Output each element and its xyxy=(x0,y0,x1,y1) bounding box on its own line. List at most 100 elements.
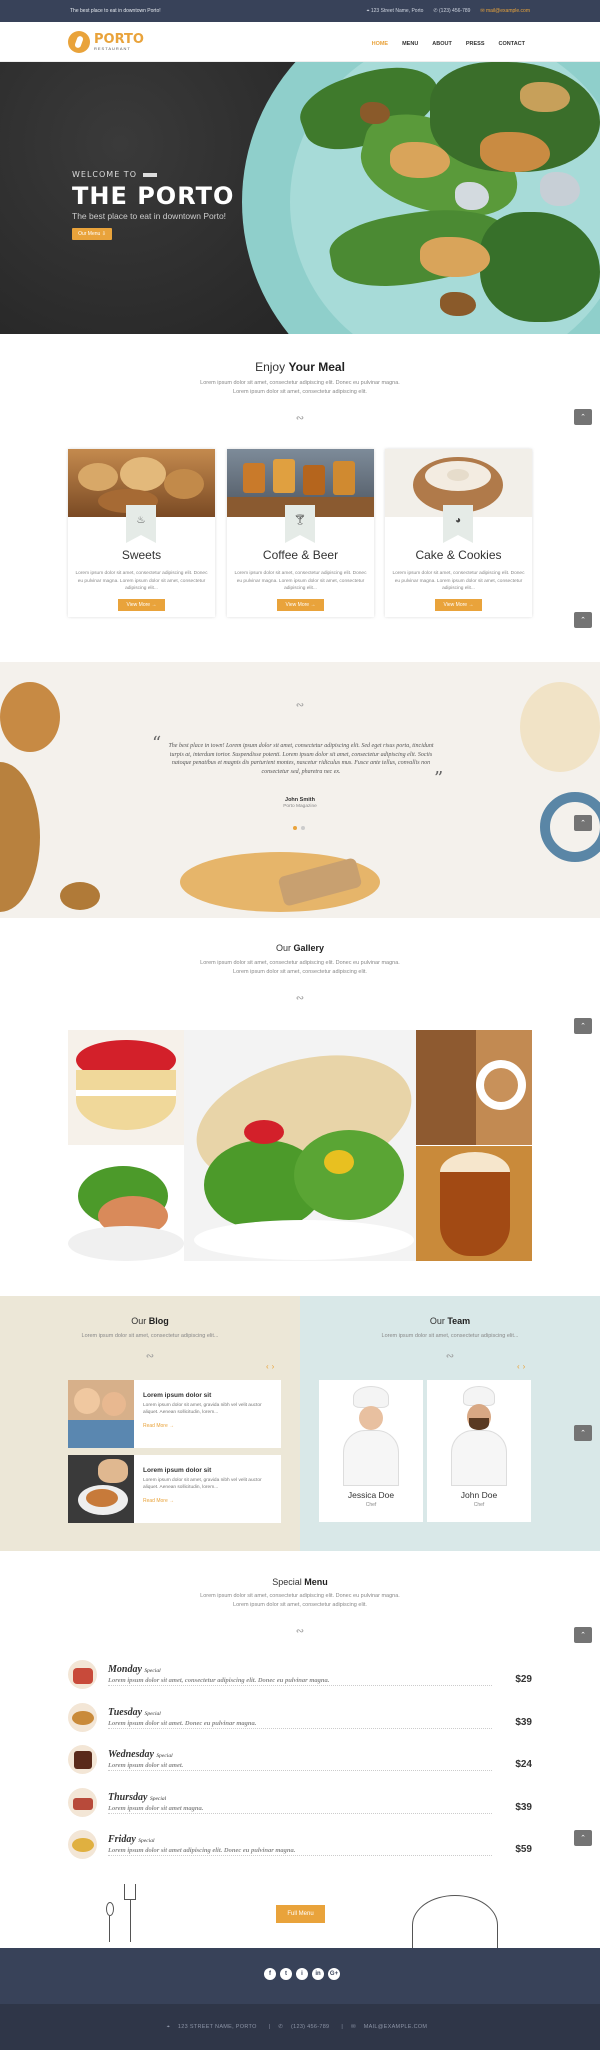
top-phone[interactable]: ✆ (123) 456-789 xyxy=(433,8,470,14)
top-address: ⌖ 123 Street Name, Porto xyxy=(366,8,424,14)
testimonial-author: John Smith xyxy=(285,797,315,803)
nav-about[interactable]: ABOUT xyxy=(432,41,452,47)
logo-subtitle: RESTAURANT xyxy=(94,46,131,51)
special-menu-text-2: Lorem ipsum dolor sit amet, consectetur … xyxy=(233,1602,367,1608)
logo-icon xyxy=(68,31,90,53)
scroll-top-button[interactable]: ⌃ xyxy=(574,1018,592,1034)
scroll-top-button[interactable]: ⌃ xyxy=(574,612,592,628)
cutlery-illustration xyxy=(100,1882,144,1942)
ornament-divider-icon: ∾ xyxy=(295,413,305,424)
view-more-button[interactable]: View More → xyxy=(118,599,165,611)
read-more-link[interactable]: Read More → xyxy=(143,1498,174,1504)
menu-item-image xyxy=(68,1703,97,1732)
carousel-dots xyxy=(293,826,305,830)
blog-post[interactable]: Lorem ipsum dolor sit Lorem ipsum dolor … xyxy=(68,1380,281,1448)
menu-item[interactable]: Tuesday Special Lorem ipsum dolor sit am… xyxy=(68,1703,532,1737)
gallery-strawberry-cake[interactable] xyxy=(68,1030,184,1145)
view-more-button[interactable]: View More → xyxy=(435,599,482,611)
chef-photo xyxy=(341,1386,401,1486)
gallery-coffee[interactable] xyxy=(416,1030,532,1145)
card-sweets: ♨ Sweets Lorem ipsum dolor sit amet, con… xyxy=(68,449,215,617)
card-text: Lorem ipsum dolor sit amet, consectetur … xyxy=(392,571,525,591)
gallery-beer[interactable] xyxy=(416,1146,532,1261)
read-more-link[interactable]: Read More → xyxy=(143,1423,174,1429)
team-member-role: Chef xyxy=(473,1502,485,1508)
special-menu-title: Special Menu xyxy=(272,1577,328,1587)
card-title: Coffee & Beer xyxy=(262,548,339,562)
menu-item-image xyxy=(68,1788,97,1817)
scroll-top-button[interactable]: ⌃ xyxy=(574,1830,592,1846)
twitter-icon[interactable]: t xyxy=(280,1968,292,1980)
view-more-button[interactable]: View More → xyxy=(277,599,324,611)
card-text: Lorem ipsum dolor sit amet, consectetur … xyxy=(75,571,208,591)
menu-item-day: Thursday Special xyxy=(108,1792,167,1803)
menu-item-image xyxy=(68,1745,97,1774)
menu-item[interactable]: Thursday Special Lorem ipsum dolor sit a… xyxy=(68,1788,532,1822)
nav-home[interactable]: HOME xyxy=(372,41,389,47)
menu-item-desc: Lorem ipsum dolor sit amet adipiscing el… xyxy=(108,1847,296,1854)
menu-item-desc: Lorem ipsum dolor sit amet. Donec eu pul… xyxy=(108,1720,257,1727)
scroll-top-button[interactable]: ⌃ xyxy=(574,1425,592,1441)
glass-icon: 🍸︎ xyxy=(285,505,315,543)
quote-open-icon: “ xyxy=(152,733,162,754)
hero-subtitle: The best place to eat in downtown Porto! xyxy=(72,211,227,221)
card-title: Sweets xyxy=(121,548,162,562)
testimonial-company: Porto Magazine xyxy=(283,804,317,809)
blog-carousel-arrows[interactable]: ‹› xyxy=(266,1362,277,1371)
team-title: Our Team xyxy=(429,1316,471,1326)
facebook-icon[interactable]: f xyxy=(264,1968,276,1980)
special-menu-text-1: Lorem ipsum dolor sit amet, consectetur … xyxy=(200,1593,400,1599)
full-menu-button[interactable]: Full Menu xyxy=(276,1905,325,1923)
team-member-card[interactable]: John Doe Chef xyxy=(427,1380,531,1522)
nav-contact[interactable]: CONTACT xyxy=(499,41,525,47)
gallery-section-text-2: Lorem ipsum dolor sit amet, consectetur … xyxy=(233,969,367,975)
menu-item-desc: Lorem ipsum dolor sit amet magna. xyxy=(108,1805,204,1812)
blog-post-image xyxy=(68,1380,134,1448)
menu-item[interactable]: Monday Special Lorem ipsum dolor sit ame… xyxy=(68,1660,532,1694)
ornament-divider-icon: ∾ xyxy=(295,993,305,1004)
footer-phone: ✆ (123) 456-789 xyxy=(278,2024,330,2030)
menu-item-day: Friday Special xyxy=(108,1834,155,1845)
team-carousel-arrows[interactable]: ‹› xyxy=(517,1362,528,1371)
blog-post-text: Lorem ipsum dolor sit amet, gravida nibh… xyxy=(143,1403,262,1415)
menu-item[interactable]: Wednesday Special Lorem ipsum dolor sit … xyxy=(68,1745,532,1779)
hero-welcome: WELCOME TO xyxy=(72,170,157,179)
cake-icon: ◕ xyxy=(443,505,473,543)
instagram-icon[interactable]: i xyxy=(296,1968,308,1980)
tagline: The best place to eat in downtown Porto! xyxy=(70,8,161,14)
google-plus-icon[interactable]: G+ xyxy=(328,1968,340,1980)
ornament-divider-icon: ∾ xyxy=(445,1351,455,1362)
team-text: Lorem ipsum dolor sit amet, consectetur … xyxy=(381,1333,519,1339)
team-member-card[interactable]: Jessica Doe Chef xyxy=(319,1380,423,1522)
meal-section-text-2: Lorem ipsum dolor sit amet, consectetur … xyxy=(233,389,367,395)
top-email[interactable]: ✉ mail@example.com xyxy=(480,8,530,14)
gallery-wraps[interactable] xyxy=(184,1030,416,1261)
menu-item[interactable]: Friday Special Lorem ipsum dolor sit ame… xyxy=(68,1830,532,1864)
logo-name: PORTO xyxy=(94,32,144,47)
linkedin-icon[interactable]: in xyxy=(312,1968,324,1980)
carousel-dot[interactable] xyxy=(293,826,297,830)
gallery-salad[interactable] xyxy=(68,1146,184,1261)
hero-banner: WELCOME TO THE PORTO The best place to e… xyxy=(0,62,600,334)
top-bar: The best place to eat in downtown Porto!… xyxy=(0,0,600,22)
blog-post-image xyxy=(68,1455,134,1523)
scroll-top-button[interactable]: ⌃ xyxy=(574,1627,592,1643)
footer-email: ✉ MAIL@EXAMPLE.COM xyxy=(350,2024,428,2030)
meal-section-text-1: Lorem ipsum dolor sit amet, consectetur … xyxy=(200,380,400,386)
scroll-top-button[interactable]: ⌃ xyxy=(574,409,592,425)
scroll-top-button[interactable]: ⌃ xyxy=(574,815,592,831)
blog-post[interactable]: Lorem ipsum dolor sit Lorem ipsum dolor … xyxy=(68,1455,281,1523)
menu-item-desc: Lorem ipsum dolor sit amet. xyxy=(108,1762,184,1769)
card-cake-cookies: ◕ Cake & Cookies Lorem ipsum dolor sit a… xyxy=(385,449,532,617)
carousel-dot[interactable] xyxy=(301,826,305,830)
blog-post-title: Lorem ipsum dolor sit xyxy=(143,1392,212,1399)
pizza-illustration xyxy=(412,1895,498,1955)
logo[interactable]: PORTO RESTAURANT xyxy=(68,31,144,53)
nav-press[interactable]: PRESS xyxy=(466,41,485,47)
nav-menu[interactable]: MENU xyxy=(402,41,418,47)
our-menu-button[interactable]: Our Menu ⇩ xyxy=(72,228,112,240)
meal-section-title: Enjoy Your Meal xyxy=(255,360,345,374)
ornament-divider-icon: ∾ xyxy=(145,1351,155,1362)
ornament-divider-icon: ∾ xyxy=(295,1626,305,1637)
team-member-name: John Doe xyxy=(460,1490,498,1500)
